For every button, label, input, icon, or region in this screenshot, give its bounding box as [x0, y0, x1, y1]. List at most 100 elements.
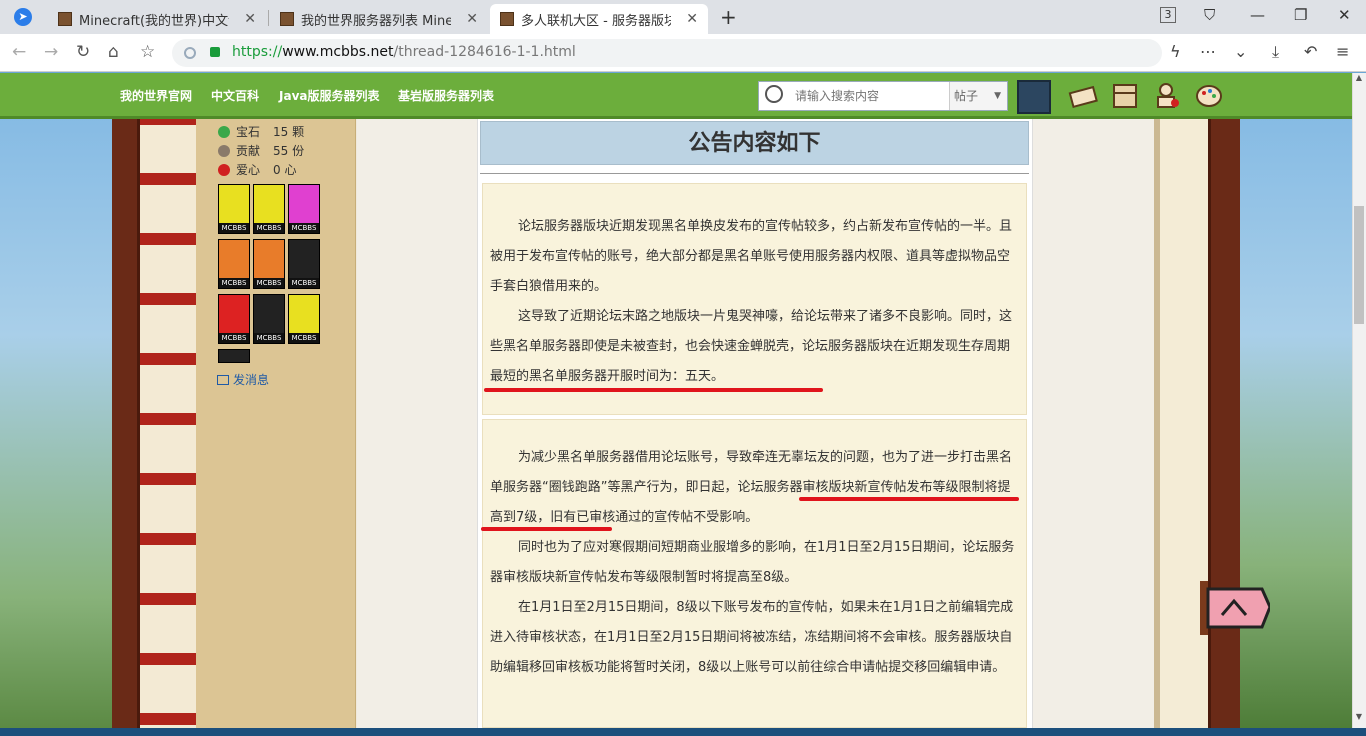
stat-contribution: 贡献 55 份 [218, 142, 304, 159]
send-message-label: 发消息 [233, 373, 270, 387]
reload-icon[interactable]: ↻ [76, 42, 90, 62]
divider [480, 173, 1029, 174]
close-window-icon[interactable]: ✕ [1338, 6, 1351, 24]
vertical-scrollbar[interactable] [1352, 73, 1366, 728]
medal-tag: MCBBS [289, 223, 319, 233]
site-nav-bar: 我的世界官网 中文百科 Java版服务器列表 基岩版服务器列表 帖子 ▼ [0, 73, 1352, 119]
palette-icon[interactable] [1194, 81, 1224, 111]
more-icon[interactable]: ⋯ [1200, 42, 1216, 61]
nav-link-wiki[interactable]: 中文百科 [211, 87, 259, 104]
tab-divider [268, 10, 269, 26]
lock-icon [210, 47, 220, 57]
crafting-table-icon[interactable] [1110, 81, 1140, 111]
medal-tag: MCBBS [289, 278, 319, 288]
nav-link-java-servers[interactable]: Java版服务器列表 [279, 87, 379, 104]
minecraft-block-icon [280, 12, 294, 26]
medal-leaves[interactable]: MCBBS [253, 239, 285, 289]
highlight-underline [799, 497, 1019, 501]
search-icon[interactable] [765, 85, 783, 103]
stat-label: 爱心 [236, 163, 261, 177]
lightning-icon[interactable]: ϟ [1170, 42, 1181, 61]
close-tab-icon[interactable]: ✕ [466, 11, 478, 27]
close-tab-icon[interactable]: ✕ [244, 11, 256, 27]
maximize-icon[interactable]: ❐ [1294, 6, 1307, 24]
medal-tag: MCBBS [254, 333, 284, 343]
site-info-icon[interactable] [184, 47, 196, 59]
back-to-top-flag-icon[interactable] [1200, 581, 1270, 635]
profile-heart-icon[interactable] [1152, 81, 1182, 111]
paragraph-1: 论坛服务器版块近期发现黑名单换皮发布的宣传帖较多，约占新发布宣传帖的一半。且被用… [490, 219, 1013, 294]
url-text[interactable]: https://www.mcbbs.net/thread-1284616-1-1… [232, 44, 576, 60]
search-scope-value: 帖子 [954, 89, 979, 103]
send-message-link[interactable]: 发消息 [217, 371, 269, 388]
paragraph-5: 在1月1日至2月15日期间，8级以下账号发布的宣传帖，如果未在1月1日之前编辑完… [490, 600, 1014, 675]
menu-icon[interactable]: ≡ [1336, 42, 1349, 61]
scroll-up-icon[interactable]: ▲ [1352, 73, 1366, 87]
home-icon[interactable]: ⌂ [108, 42, 119, 62]
minecraft-block-icon [500, 12, 514, 26]
shirt-icon[interactable]: ⛉ [1204, 6, 1215, 24]
chevron-down-icon: ▼ [994, 91, 1001, 101]
url-path: /thread-1284616-1-1.html [393, 44, 576, 60]
medal-java[interactable]: MCBBS [218, 294, 250, 344]
tab-title: 我的世界服务器列表 Minecra [301, 13, 451, 29]
envelope-icon [217, 375, 229, 385]
browser-logo-icon[interactable]: ➤ [14, 8, 32, 26]
tab-count-badge[interactable]: 3 [1160, 7, 1176, 23]
medal-character[interactable]: MCBBS [288, 184, 320, 234]
nav-link-official-site[interactable]: 我的世界官网 [120, 87, 192, 104]
search-input[interactable] [795, 86, 945, 106]
tab-title: 多人联机大区 - 服务器版块 提 [521, 13, 671, 29]
highlight-underline [481, 527, 612, 531]
stat-hearts: 爱心 0 心 [218, 161, 296, 178]
medal-tag: MCBBS [219, 278, 249, 288]
medal-partial[interactable] [218, 349, 250, 363]
tab-bar: ➤ Minecraft(我的世界)中文论坛 ✕ 我的世界服务器列表 Minecr… [0, 0, 1366, 34]
ribbon-border-left [140, 73, 196, 728]
chevron-down-icon[interactable]: ⌄ [1234, 42, 1247, 61]
minimize-icon[interactable]: — [1250, 6, 1265, 24]
stat-label: 贡献 [236, 144, 261, 158]
tab-mcbbs-home[interactable]: Minecraft(我的世界)中文论坛 ✕ [48, 4, 266, 34]
address-toolbar: ← → ↻ ⌂ ☆ https://www.mcbbs.net/thread-1… [0, 34, 1366, 72]
tab-title: Minecraft(我的世界)中文论坛 [79, 13, 229, 29]
stat-value: 55 份 [273, 144, 305, 158]
avatar[interactable] [1017, 80, 1051, 114]
browser-window: ➤ Minecraft(我的世界)中文论坛 ✕ 我的世界服务器列表 Minecr… [0, 0, 1366, 736]
paragraph-3: 为减少黑名单服务器借用论坛账号，导致牵连无辜坛友的问题，也为了进一步打击黑名单服… [490, 450, 1013, 525]
medal-steve[interactable]: MCBBS [253, 294, 285, 344]
medal-pickaxe[interactable]: MCBBS [218, 184, 250, 234]
undo-icon[interactable]: ↶ [1304, 42, 1317, 61]
stat-value: 15 颗 [273, 125, 305, 139]
close-tab-icon[interactable]: ✕ [686, 11, 698, 27]
medal-tag: MCBBS [254, 278, 284, 288]
stat-value: 0 心 [273, 163, 297, 177]
medal-tag: MCBBS [289, 333, 319, 343]
new-tab-icon[interactable]: + [720, 5, 737, 29]
tab-server-list[interactable]: 我的世界服务器列表 Minecra ✕ [270, 4, 488, 34]
nav-link-bedrock-servers[interactable]: 基岩版服务器列表 [398, 87, 494, 104]
download-icon[interactable]: ⤓ [1272, 42, 1279, 62]
url-field[interactable]: https://www.mcbbs.net/thread-1284616-1-1… [172, 39, 1162, 67]
medal-tag: MCBBS [219, 333, 249, 343]
back-icon[interactable]: ← [12, 42, 26, 62]
search-scope-select[interactable]: 帖子 ▼ [949, 82, 1007, 110]
highlight-underline [484, 388, 823, 392]
medal-tag: MCBBS [254, 223, 284, 233]
scroll-down-icon[interactable]: ▼ [1352, 712, 1366, 726]
page-viewport: 宝石 15 颗 贡献 55 份 爱心 0 心 MCBBS MCBBS MCBBS MC… [0, 73, 1352, 728]
url-host: www.mcbbs.net [282, 44, 394, 60]
search-box: 帖子 ▼ [758, 81, 1008, 111]
medal-seeds[interactable]: MCBBS [218, 239, 250, 289]
mail-icon[interactable] [1068, 81, 1098, 111]
cookie-icon [218, 145, 230, 157]
bookmark-star-icon[interactable]: ☆ [140, 42, 155, 62]
url-protocol: https:// [232, 44, 283, 60]
medal-diamond-pickaxe[interactable]: MCBBS [288, 294, 320, 344]
tab-current-thread[interactable]: 多人联机大区 - 服务器版块 提 ✕ [490, 4, 708, 34]
medal-ore[interactable]: MCBBS [288, 239, 320, 289]
scrollbar-thumb[interactable] [1354, 206, 1364, 324]
medal-pickaxe[interactable]: MCBBS [253, 184, 285, 234]
forward-icon[interactable]: → [44, 42, 58, 62]
background-scenery-left [0, 73, 112, 728]
